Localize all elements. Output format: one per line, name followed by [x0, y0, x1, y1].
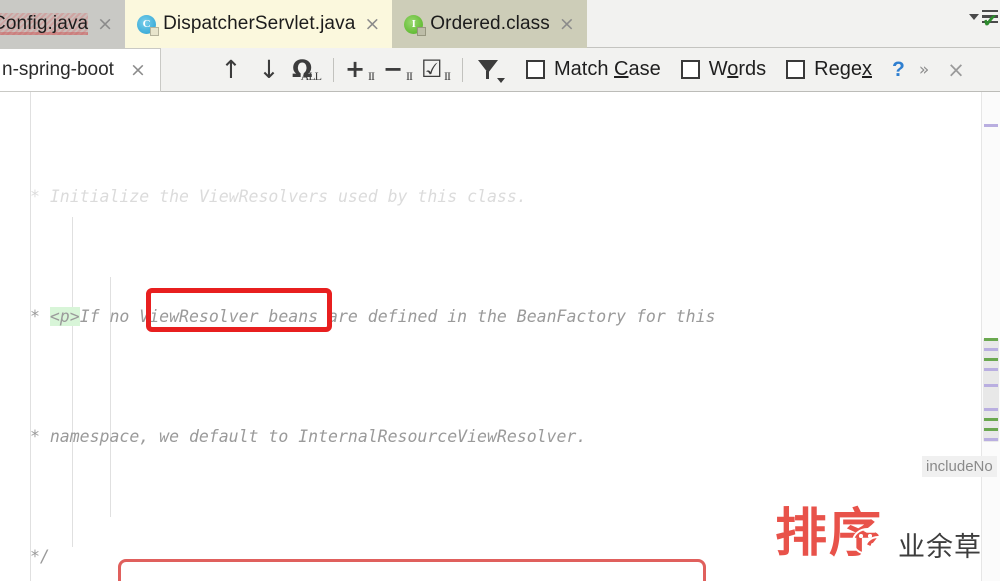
- select-all-carets-button[interactable]: ☑ II: [417, 53, 455, 87]
- editor-tab-ordered-class[interactable]: I Ordered.class ×: [392, 0, 587, 48]
- arrow-up-icon: ↑: [220, 55, 242, 84]
- code-line: * Initialize the ViewResolvers used by t…: [30, 187, 527, 206]
- help-icon[interactable]: ?: [892, 58, 905, 82]
- stripe-mark[interactable]: [984, 338, 998, 341]
- scrollbar-thumb[interactable]: [983, 338, 999, 442]
- stripe-mark[interactable]: [984, 428, 998, 431]
- stripe-mark[interactable]: [984, 368, 998, 371]
- close-findbar-icon[interactable]: ×: [947, 58, 965, 82]
- watermark-logo: 业余草: [852, 525, 982, 564]
- stripe-mark[interactable]: [984, 438, 998, 441]
- stripe-mark[interactable]: [984, 418, 998, 421]
- chevron-down-icon[interactable]: [969, 13, 979, 20]
- words-option[interactable]: Words: [680, 58, 767, 81]
- stripe-mark[interactable]: [984, 348, 998, 351]
- close-icon[interactable]: ×: [362, 14, 382, 34]
- project-tab-spring-boot[interactable]: n-spring-boot ×: [0, 48, 161, 92]
- editor-tab-label: DispatcherServlet.java: [163, 13, 356, 34]
- close-icon[interactable]: ×: [95, 14, 115, 34]
- parameter-hint-chip: includeNo: [922, 456, 997, 477]
- arrow-down-icon: ↓: [258, 55, 280, 84]
- filter-button[interactable]: [470, 53, 508, 87]
- editor-tab-bar: Config.java × C DispatcherServlet.java ×…: [0, 0, 1000, 48]
- close-icon[interactable]: ×: [120, 60, 160, 80]
- words-checkbox[interactable]: [680, 60, 700, 79]
- add-caret-button[interactable]: + II: [341, 53, 379, 87]
- remove-caret-icon: − II: [383, 54, 413, 83]
- stripe-mark[interactable]: [984, 408, 998, 411]
- match-case-checkbox[interactable]: [526, 60, 545, 79]
- add-caret-icon: + II: [345, 54, 375, 83]
- filter-icon: [476, 57, 505, 83]
- error-stripe-gutter[interactable]: [981, 92, 1000, 581]
- find-previous-button[interactable]: ↑: [212, 53, 250, 87]
- wechat-logo-icon: [852, 528, 892, 561]
- regex-label: Regex: [814, 58, 872, 80]
- editor-tab-dispatcherservlet-java[interactable]: C DispatcherServlet.java ×: [125, 0, 393, 48]
- stripe-mark[interactable]: [984, 124, 998, 127]
- code-line: * namespace, we default to InternalResou…: [30, 427, 587, 446]
- toolbar-divider: [462, 57, 463, 82]
- toolbar-divider: [333, 57, 334, 82]
- idea-editor-window: Config.java × C DispatcherServlet.java ×…: [0, 0, 1000, 581]
- words-label: Words: [708, 58, 767, 80]
- select-all-icon: Ω ALL: [292, 54, 322, 83]
- watermark-account-name: 业余草: [898, 532, 982, 563]
- close-icon[interactable]: ×: [557, 14, 577, 34]
- project-tab-label: n-spring-boot: [2, 59, 114, 80]
- editor-tab-config-java[interactable]: Config.java ×: [0, 0, 126, 48]
- java-class-icon: C: [137, 14, 160, 36]
- code-line: * <p>If no ViewResolver beans are define…: [30, 307, 716, 326]
- editor-tab-label: Ordered.class: [430, 13, 550, 34]
- stripe-mark[interactable]: [984, 358, 998, 361]
- java-interface-icon: I: [404, 14, 427, 36]
- match-case-option[interactable]: Match Case: [526, 58, 661, 81]
- remove-caret-button[interactable]: − II: [379, 53, 417, 87]
- select-all-occurrences-button[interactable]: Ω ALL: [288, 53, 326, 87]
- match-case-label: Match Case: [554, 58, 661, 80]
- regex-checkbox[interactable]: [786, 60, 806, 79]
- checkbox-carets-icon: ☑ II: [421, 54, 451, 83]
- find-next-button[interactable]: ↓: [250, 53, 288, 87]
- more-options-icon[interactable]: »: [919, 60, 929, 80]
- regex-option[interactable]: Regex: [786, 58, 872, 81]
- inspection-ok-icon[interactable]: ✔: [982, 12, 998, 31]
- stripe-mark[interactable]: [984, 384, 998, 387]
- editor-tab-label: Config.java: [0, 13, 89, 35]
